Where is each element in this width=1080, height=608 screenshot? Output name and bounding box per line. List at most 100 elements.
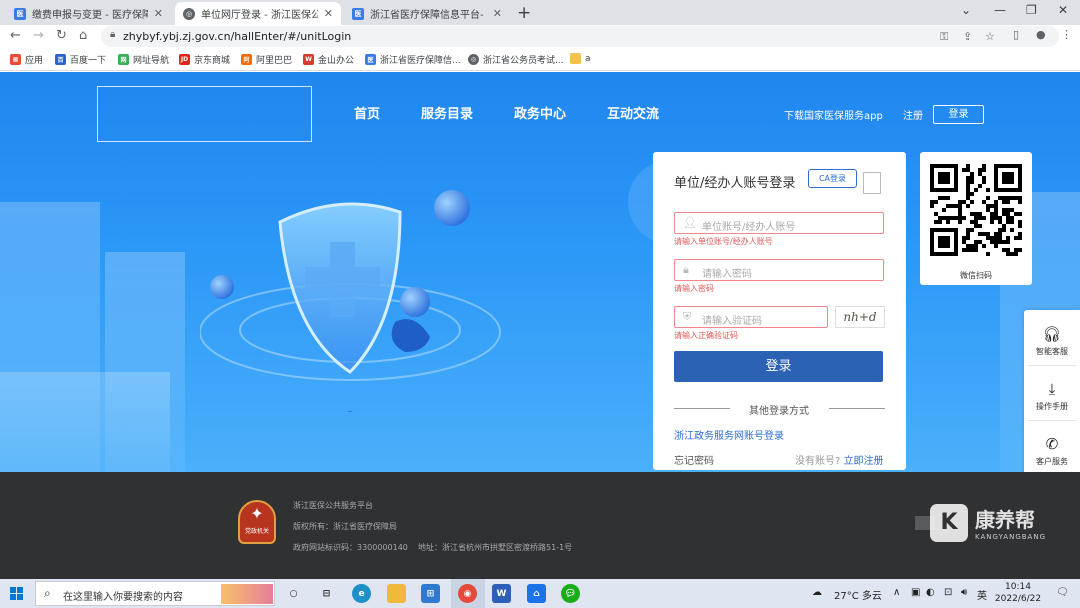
bookmark-nav[interactable]: 网 网址导航 — [118, 53, 169, 66]
download-app-link[interactable]: 下载国家医保服务app — [784, 107, 883, 122]
divider — [829, 408, 885, 409]
browser-tab-0[interactable]: 医 缴费申报与变更 - 医疗保障单位网上服务 ✕ — [6, 2, 171, 25]
bookmark-apps[interactable]: ▦ 应用 — [10, 53, 43, 66]
nav-government-center[interactable]: 政务中心 — [514, 103, 566, 122]
login-card: 单位/经办人账号登录 CA登录 👤︎ 单位账号/经办人账号 请输入单位账号/经办… — [653, 152, 906, 470]
word-icon[interactable]: W — [492, 584, 511, 603]
windows-taskbar: ⌕ 在这里输入你要搜索的内容 ○ ⊟ e ⊞ ◉ W ⌂ 💬︎ ☁ 27°C 多… — [0, 579, 1080, 608]
key-icon[interactable]: ⚿ — [940, 30, 948, 44]
system-clock[interactable]: 10:14 2022/6/22 — [990, 581, 1046, 605]
share-icon[interactable]: ⇪ — [963, 30, 972, 43]
minimize-icon[interactable]: — — [994, 3, 1006, 17]
windows-start-icon[interactable] — [10, 587, 23, 600]
url-text[interactable]: zhybyf.ybj.zj.gov.cn/hallEnter/#/unitLog… — [123, 30, 351, 43]
customer-service-button[interactable]: ✆ 客户服务 — [1024, 435, 1080, 467]
watermark-logo-icon: K — [930, 504, 968, 542]
smart-service-button[interactable]: 🎧︎ 智能客服 — [1024, 325, 1080, 357]
bookmark-jd[interactable]: JD 京东商城 — [179, 53, 230, 66]
maximize-icon[interactable]: ❐ — [1026, 3, 1037, 17]
nav-home[interactable]: 首页 — [354, 103, 380, 122]
bookmarks-bar: ▦ 应用 百 百度一下 网 网址导航 JD 京东商城 阿 阿里巴巴 W 金山办公… — [0, 48, 1080, 71]
party-gov-badge-icon[interactable]: ✦ 党政机关 — [238, 500, 276, 544]
forward-icon[interactable]: → — [33, 28, 44, 43]
network-icon[interactable]: ⊡ — [944, 587, 952, 598]
register-link[interactable]: 注册 — [903, 107, 923, 122]
home-icon[interactable]: ⌂ — [79, 28, 87, 43]
account-field[interactable]: 👤︎ 单位账号/经办人账号 — [674, 212, 884, 234]
address-bar[interactable]: 🔒︎ zhybyf.ybj.zj.gov.cn/hallEnter/#/unit… — [101, 26, 1059, 47]
bookmark-folder-a[interactable]: a — [570, 53, 591, 64]
phone-icon: ✆ — [1045, 435, 1059, 453]
wechat-qr-code[interactable] — [930, 164, 1022, 256]
tray-chevron-icon[interactable]: ∧ — [893, 587, 900, 598]
notification-icon[interactable]: 🗨︎ — [1056, 587, 1069, 598]
chrome-icon[interactable]: ◉ — [458, 584, 477, 603]
site-favicon-icon: 医 — [14, 7, 26, 20]
manual-button[interactable]: ⤓ 操作手册 — [1024, 380, 1080, 412]
close-tab-icon[interactable]: ✕ — [154, 7, 163, 20]
login-title: 单位/经办人账号登录 — [674, 176, 796, 191]
bookmark-star-icon[interactable]: ☆ — [985, 30, 995, 43]
ime-indicator[interactable]: 英 — [977, 587, 987, 602]
header-login-button[interactable]: 登录 — [933, 105, 984, 124]
browser-menu-icon[interactable]: ⋮ — [1061, 28, 1072, 41]
profile-avatar-icon[interactable]: ● — [1036, 28, 1046, 41]
store-icon[interactable]: ⊞ — [421, 584, 440, 603]
register-now-link[interactable]: 立即注册 — [844, 456, 884, 467]
globe-icon: ◎ — [183, 7, 195, 20]
building-decoration — [0, 372, 170, 472]
nav-service-catalog[interactable]: 服务目录 — [421, 103, 473, 122]
user-icon: 👤︎ — [683, 216, 697, 229]
watermark: K 康养帮 KANGYANGBANG — [930, 502, 1050, 548]
ca-login-button[interactable]: CA登录 — [808, 169, 857, 188]
bookmark-zj-exam[interactable]: ◎ 浙江省公务员考试... — [468, 53, 564, 66]
tab-search-icon[interactable]: ⌄ — [961, 3, 971, 17]
captcha-image[interactable]: nh+d — [835, 306, 885, 328]
bookmark-zj-medical[interactable]: 医 浙江省医疗保障信... — [365, 53, 461, 66]
bookmark-baidu[interactable]: 百 百度一下 — [55, 53, 106, 66]
tab-title: 浙江省医疗保障信息平台-【预发布】 — [370, 10, 487, 21]
wechat-icon[interactable]: 💬︎ — [561, 584, 580, 603]
folder-icon — [570, 53, 581, 64]
footer-icp: 政府网站标识码：3300000140 — [293, 543, 408, 552]
ca-key-icon[interactable] — [863, 172, 881, 194]
close-tab-icon[interactable]: ✕ — [493, 7, 502, 20]
reload-icon[interactable]: ↻ — [56, 28, 67, 43]
browser-tab-1[interactable]: ◎ 单位网厅登录 - 浙江医保公共服务平台 ✕ — [175, 2, 341, 25]
volume-icon[interactable]: 🔊︎ — [961, 587, 967, 598]
tray-app-icon[interactable]: ▣ — [911, 587, 920, 598]
zhejiang-gov-login-link[interactable]: 浙江政务服务网账号登录 — [674, 427, 784, 442]
tray-app-icon[interactable]: ◐ — [926, 587, 935, 598]
close-window-icon[interactable]: ✕ — [1058, 3, 1068, 17]
browser-tab-strip: 医 缴费申报与变更 - 医疗保障单位网上服务 ✕ ◎ 单位网厅登录 - 浙江医保… — [0, 0, 1080, 25]
file-explorer-icon[interactable] — [387, 584, 406, 603]
weather-icon[interactable]: ☁ — [812, 587, 822, 598]
weather-text[interactable]: 27°C 多云 — [834, 587, 882, 602]
page-hero: 首页 服务目录 政务中心 互动交流 下载国家医保服务app 注册 登录 单位/经… — [0, 72, 1080, 472]
tab-title: 缴费申报与变更 - 医疗保障单位网上服务 — [32, 10, 148, 21]
password-field[interactable]: 🔒︎ 请输入密码 — [674, 259, 884, 281]
service-sidebar: 🎧︎ 智能客服 ⤓ 操作手册 ✆ 客户服务 — [1024, 310, 1080, 472]
qr-card: 微信扫码 — [920, 152, 1032, 285]
lock-icon[interactable]: 🔒︎ — [110, 29, 115, 40]
edge-icon[interactable]: e — [352, 584, 371, 603]
app-icon[interactable]: ⌂ — [527, 584, 546, 603]
bookmark-wps[interactable]: W 金山办公 — [303, 53, 354, 66]
new-tab-button[interactable]: + — [517, 3, 531, 23]
browser-tab-2[interactable]: 医 浙江省医疗保障信息平台-【预发布】 ✕ — [344, 2, 510, 25]
captcha-field[interactable]: ⛨ 请输入验证码 — [674, 306, 828, 328]
sidebar-panel-icon[interactable]: ▯ — [1013, 28, 1019, 41]
forgot-password-link[interactable]: 忘记密码 — [674, 452, 714, 467]
nav-interaction[interactable]: 互动交流 — [607, 103, 659, 122]
widgets-icon[interactable]: ⊟ — [317, 584, 336, 603]
sphere-decoration — [434, 190, 470, 226]
taskbar-search-input[interactable]: ⌕ 在这里输入你要搜索的内容 — [35, 581, 275, 606]
close-tab-icon[interactable]: ✕ — [324, 7, 333, 20]
back-icon[interactable]: ← — [10, 28, 21, 43]
bookmark-alibaba[interactable]: 阿 阿里巴巴 — [241, 53, 292, 66]
search-icon: ⌕ — [44, 586, 51, 600]
shield-illustration — [200, 202, 501, 412]
login-submit-button[interactable]: 登录 — [674, 351, 883, 382]
task-view-icon[interactable]: ○ — [284, 584, 303, 603]
divider — [1028, 365, 1076, 366]
